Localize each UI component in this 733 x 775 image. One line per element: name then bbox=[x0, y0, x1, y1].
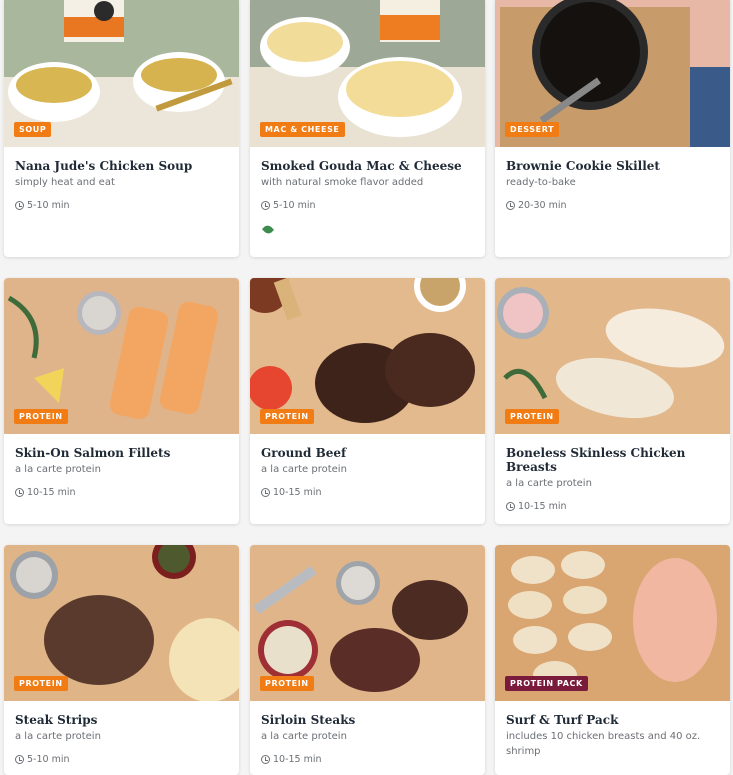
meal-photo: MAC & CHEESE bbox=[250, 0, 485, 147]
meal-title: Ground Beef bbox=[261, 446, 347, 460]
meal-subtitle: with natural smoke flavor added bbox=[261, 177, 424, 188]
meal-subtitle: includes 10 chicken breasts and 40 oz. s… bbox=[506, 731, 701, 757]
category-badge: MAC & CHEESE bbox=[260, 122, 345, 137]
prep-time-label: 10-15 min bbox=[518, 501, 567, 512]
clock-icon bbox=[261, 488, 270, 497]
meal-photo: PROTEIN PACK bbox=[495, 545, 730, 701]
category-badge: DESSERT bbox=[505, 122, 560, 137]
meal-photo: DESSERT bbox=[495, 0, 730, 147]
clock-icon bbox=[506, 502, 515, 511]
category-badge: PROTEIN bbox=[14, 409, 68, 424]
meal-photo: PROTEIN bbox=[250, 278, 485, 434]
prep-time: 10-15 min bbox=[261, 487, 474, 498]
meal-subtitle: simply heat and eat bbox=[15, 177, 115, 188]
prep-time: 20-30 min bbox=[506, 200, 719, 211]
meal-card-grid: SOUP Nana Jude's Chicken Soup simply hea… bbox=[0, 0, 733, 775]
meal-title: Sirloin Steaks bbox=[261, 713, 356, 727]
meal-photo: PROTEIN bbox=[4, 278, 239, 434]
meal-title: Boneless Skinless Chicken Breasts bbox=[506, 446, 686, 474]
meal-photo: PROTEIN bbox=[250, 545, 485, 701]
category-badge: SOUP bbox=[14, 122, 52, 137]
meal-card-salmon-fillets[interactable]: PROTEIN Skin-On Salmon Fillets a la cart… bbox=[4, 278, 239, 524]
prep-time-label: 5-10 min bbox=[27, 200, 70, 211]
leaf-icon bbox=[261, 223, 275, 236]
prep-time-label: 20-30 min bbox=[518, 200, 567, 211]
prep-time: 10-15 min bbox=[506, 501, 719, 512]
category-badge: PROTEIN bbox=[14, 676, 68, 691]
meal-title: Steak Strips bbox=[15, 713, 98, 727]
category-badge: PROTEIN PACK bbox=[505, 676, 588, 691]
meal-card-ground-beef[interactable]: PROTEIN Ground Beef a la carte protein 1… bbox=[250, 278, 485, 524]
meal-card-chicken-breasts[interactable]: PROTEIN Boneless Skinless Chicken Breast… bbox=[495, 278, 730, 524]
meal-title: Brownie Cookie Skillet bbox=[506, 159, 660, 173]
prep-time-label: 5-10 min bbox=[273, 200, 316, 211]
clock-icon bbox=[261, 201, 270, 210]
meal-subtitle: ready-to-bake bbox=[506, 177, 576, 188]
clock-icon bbox=[506, 201, 515, 210]
prep-time: 10-15 min bbox=[15, 487, 228, 498]
meal-photo: PROTEIN bbox=[4, 545, 239, 701]
clock-icon bbox=[15, 488, 24, 497]
meal-title: Skin-On Salmon Fillets bbox=[15, 446, 171, 460]
meal-title: Smoked Gouda Mac & Cheese bbox=[261, 159, 462, 173]
category-badge: PROTEIN bbox=[260, 409, 314, 424]
meal-title: Surf & Turf Pack bbox=[506, 713, 619, 727]
meal-photo: PROTEIN bbox=[495, 278, 730, 434]
meal-card-brownie-skillet[interactable]: DESSERT Brownie Cookie Skillet ready-to-… bbox=[495, 0, 730, 257]
category-badge: PROTEIN bbox=[260, 676, 314, 691]
meal-card-surf-and-turf[interactable]: PROTEIN PACK Surf & Turf Pack includes 1… bbox=[495, 545, 730, 775]
prep-time-label: 10-15 min bbox=[27, 487, 76, 498]
prep-time: 5-10 min bbox=[15, 200, 228, 211]
meal-subtitle: a la carte protein bbox=[261, 731, 347, 742]
meal-card-chicken-soup[interactable]: SOUP Nana Jude's Chicken Soup simply hea… bbox=[4, 0, 239, 257]
prep-time-label: 10-15 min bbox=[273, 487, 322, 498]
meal-card-sirloin-steaks[interactable]: PROTEIN Sirloin Steaks a la carte protei… bbox=[250, 545, 485, 775]
prep-time: 5-10 min bbox=[261, 200, 474, 211]
meal-subtitle: a la carte protein bbox=[15, 464, 101, 475]
meal-subtitle: a la carte protein bbox=[15, 731, 101, 742]
meal-photo: SOUP bbox=[4, 0, 239, 147]
meal-card-mac-and-cheese[interactable]: MAC & CHEESE Smoked Gouda Mac & Cheese w… bbox=[250, 0, 485, 257]
clock-icon bbox=[15, 201, 24, 210]
meal-title: Nana Jude's Chicken Soup bbox=[15, 159, 193, 173]
meal-card-steak-strips[interactable]: PROTEIN Steak Strips a la carte protein … bbox=[4, 545, 239, 775]
category-badge: PROTEIN bbox=[505, 409, 559, 424]
meal-subtitle: a la carte protein bbox=[261, 464, 347, 475]
meal-subtitle: a la carte protein bbox=[506, 478, 592, 489]
